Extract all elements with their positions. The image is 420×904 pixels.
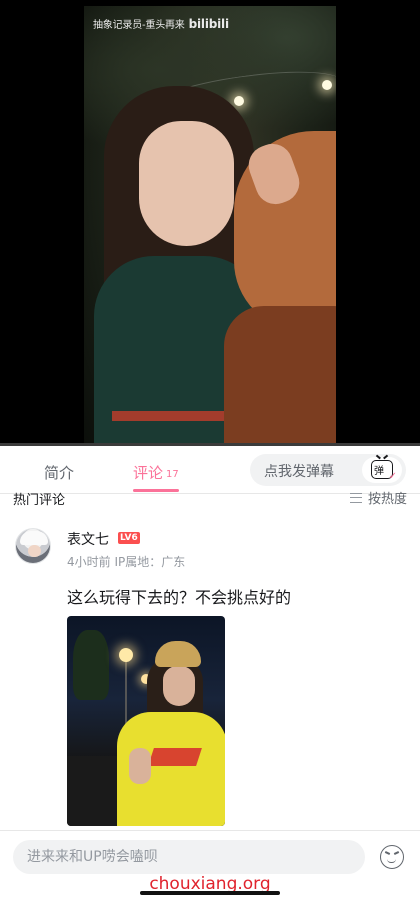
image-person-hand <box>129 748 151 784</box>
hot-comments-title: 热门评论 <box>13 493 66 508</box>
tab-bar: 简介 评论 17 点我发弹幕 弹 ✓ <box>0 446 420 494</box>
emoji-icon[interactable] <box>380 845 404 869</box>
avatar-hair <box>20 531 48 545</box>
person-face <box>139 121 234 246</box>
emoji-mouth <box>387 859 396 863</box>
level-badge: LV6 <box>118 532 140 544</box>
clothing-stripe <box>112 411 232 421</box>
video-player[interactable]: 抽象记录员-重头再来 bilibili <box>0 0 420 446</box>
tab-comments[interactable]: 评论 17 <box>133 462 179 483</box>
comment-username[interactable]: 表文七 <box>67 529 109 549</box>
video-watermark: 抽象记录员-重头再来 bilibili <box>93 16 229 31</box>
avatar-face <box>28 545 41 557</box>
light-bulb <box>234 96 244 106</box>
danmaku-placeholder: 点我发弹幕 <box>264 464 334 480</box>
comment-input[interactable]: 进来来和UP唠会嗑呗 <box>13 840 365 874</box>
sort-label: 按热度 <box>367 492 407 507</box>
watermark-text: 抽象记录员-重头再来 <box>93 20 185 31</box>
active-tab-indicator <box>133 489 179 492</box>
image-lamp-post <box>125 660 127 730</box>
avatar[interactable] <box>15 528 51 564</box>
comment-meta: 4小时前 IP属地：广东 <box>67 555 186 569</box>
image-shirt-print <box>148 748 202 766</box>
bilibili-logo: bilibili <box>188 17 229 31</box>
check-icon: ✓ <box>388 471 397 482</box>
sort-icon <box>349 492 362 503</box>
comments-count: 17 <box>166 469 179 480</box>
light-bulb <box>322 80 332 90</box>
home-indicator[interactable] <box>140 891 280 895</box>
danmaku-input[interactable]: 点我发弹幕 弹 ✓ <box>250 454 406 486</box>
danmaku-icon-glyph: 弹 <box>374 466 384 477</box>
image-person-beanie <box>155 641 201 667</box>
tab-comments-label: 评论 <box>133 464 164 482</box>
danmaku-tv-icon: 弹 ✓ <box>371 460 397 482</box>
tab-intro[interactable]: 简介 <box>44 462 74 483</box>
second-person-body <box>224 306 336 446</box>
comment-text: 这么玩得下去的？不会挑点好的 <box>67 588 292 607</box>
image-street-lamp <box>119 648 133 662</box>
sort-button[interactable]: 按热度 <box>349 488 407 507</box>
video-frame: 抽象记录员-重头再来 bilibili <box>84 6 336 446</box>
comment-image[interactable] <box>67 616 225 826</box>
image-person-face <box>163 666 195 706</box>
image-tree <box>73 630 109 700</box>
danmaku-toggle-button[interactable]: 弹 ✓ <box>362 457 402 483</box>
